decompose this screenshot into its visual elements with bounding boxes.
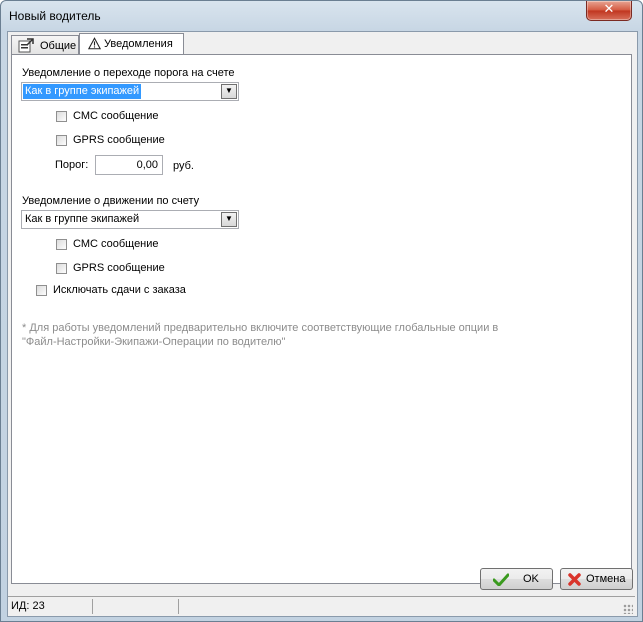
threshold-combo-button[interactable]: ▼ xyxy=(221,84,237,99)
tab-general-label: Общие xyxy=(40,40,77,52)
cancel-button-label: Отмена xyxy=(586,573,626,585)
cancel-button[interactable]: Отмена xyxy=(560,568,633,590)
movement-sms-label: СМС сообщение xyxy=(73,238,159,250)
resize-grip[interactable] xyxy=(623,604,633,614)
threshold-sms-label: СМС сообщение xyxy=(73,110,159,122)
movement-gprs-checkbox[interactable] xyxy=(56,263,67,274)
threshold-input-value: 0,00 xyxy=(136,159,158,171)
dialog-window: Новый водитель ✕ Общие Уведомления Уведо… xyxy=(0,0,643,622)
exclude-change-label: Исключать сдачи с заказа xyxy=(53,284,186,296)
chevron-down-icon: ▼ xyxy=(225,86,233,95)
threshold-gprs-checkbox[interactable] xyxy=(56,135,67,146)
chevron-down-icon: ▼ xyxy=(225,214,233,223)
note-line-2: "Файл-Настройки-Экипажи-Операции по води… xyxy=(22,336,286,348)
movement-gprs-label: GPRS сообщение xyxy=(73,262,165,274)
status-id: ИД: 23 xyxy=(11,600,45,612)
exclude-change-checkbox[interactable] xyxy=(36,285,47,296)
warning-icon xyxy=(88,37,101,50)
title-bar[interactable]: Новый водитель ✕ xyxy=(1,1,642,31)
ok-button[interactable]: OK xyxy=(480,568,553,590)
client-area: Общие Уведомления Уведомление о переходе… xyxy=(7,31,638,617)
threshold-label: Порог: xyxy=(55,159,89,171)
movement-combo-value: Как в группе экипажей xyxy=(25,213,140,225)
threshold-input[interactable]: 0,00 xyxy=(95,155,163,175)
close-icon: ✕ xyxy=(603,2,615,17)
status-separator xyxy=(92,599,93,614)
status-bar: ИД: 23 xyxy=(8,596,635,616)
threshold-gprs-label: GPRS сообщение xyxy=(73,134,165,146)
movement-heading: Уведомление о движении по счету xyxy=(22,195,200,207)
threshold-heading: Уведомление о переходе порога на счете xyxy=(22,67,235,79)
threshold-combo-value: Как в группе экипажей xyxy=(23,84,142,99)
movement-combo[interactable]: Как в группе экипажей ▼ xyxy=(21,210,239,229)
button-bar: OK Отмена xyxy=(8,564,635,596)
movement-sms-checkbox[interactable] xyxy=(56,239,67,250)
threshold-combo[interactable]: Как в группе экипажей ▼ xyxy=(21,82,239,101)
currency-label: руб. xyxy=(173,160,194,172)
note-line-1: * Для работы уведомлений предварительно … xyxy=(22,322,499,334)
close-button[interactable]: ✕ xyxy=(586,1,632,21)
movement-combo-button[interactable]: ▼ xyxy=(221,212,237,227)
tab-notifications[interactable]: Уведомления xyxy=(79,33,184,55)
checkmark-icon xyxy=(493,573,509,586)
tab-general[interactable]: Общие xyxy=(11,35,79,55)
tab-notifications-label: Уведомления xyxy=(104,38,173,50)
status-separator xyxy=(178,599,179,614)
cancel-x-icon xyxy=(568,573,581,586)
ok-button-label: OK xyxy=(523,573,539,585)
properties-icon xyxy=(18,38,34,53)
notifications-panel: Уведомление о переходе порога на счете К… xyxy=(11,54,632,584)
threshold-sms-checkbox[interactable] xyxy=(56,111,67,122)
window-title: Новый водитель xyxy=(9,9,101,23)
